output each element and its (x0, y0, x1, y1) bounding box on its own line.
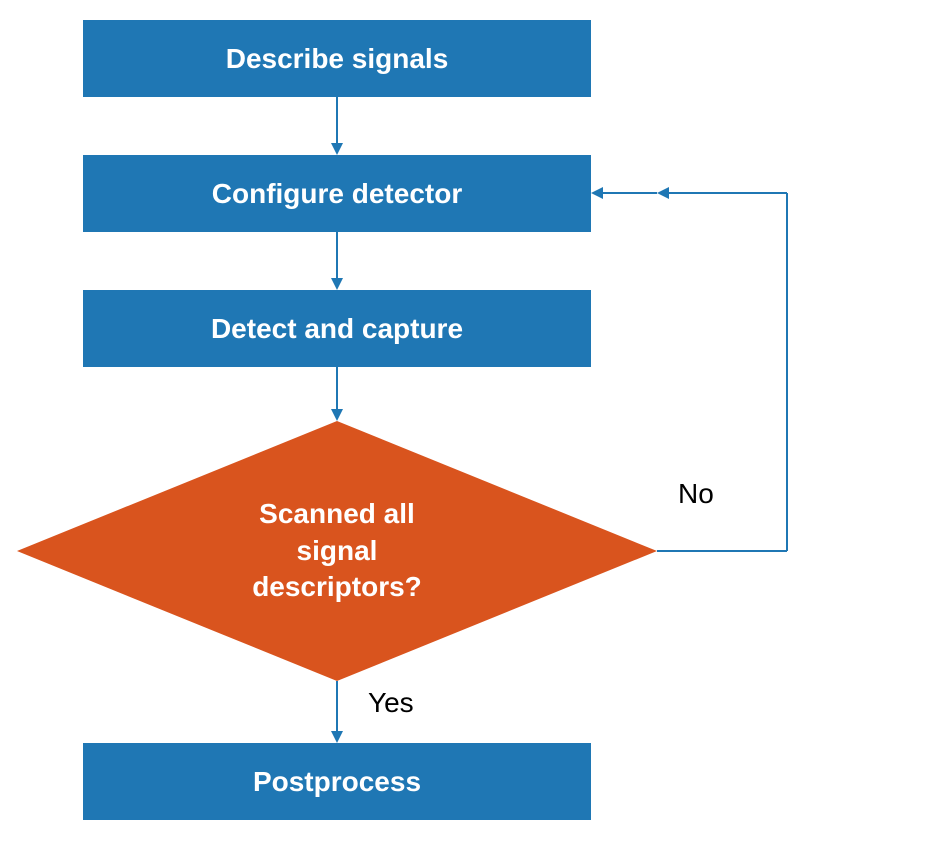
arrow-describe-to-configure (331, 97, 343, 155)
arrow-detect-to-decision (331, 367, 343, 421)
node-describe-signals: Describe signals (83, 20, 591, 97)
arrow-configure-to-detect (331, 232, 343, 290)
edge-label-no: No (678, 478, 714, 510)
node-postprocess-label: Postprocess (253, 766, 421, 798)
node-detect-capture: Detect and capture (83, 290, 591, 367)
node-configure-detector: Configure detector (83, 155, 591, 232)
edge-label-yes: Yes (368, 687, 414, 719)
arrow-no-loopback-tail (591, 186, 657, 200)
node-describe-signals-label: Describe signals (226, 43, 449, 75)
node-postprocess: Postprocess (83, 743, 591, 820)
arrow-decision-to-postprocess (331, 681, 343, 743)
node-configure-detector-label: Configure detector (212, 178, 462, 210)
node-detect-capture-label: Detect and capture (211, 313, 463, 345)
node-decision-scanned-all: Scanned all signal descriptors? (17, 421, 657, 681)
node-decision-label: Scanned all signal descriptors? (252, 496, 422, 605)
